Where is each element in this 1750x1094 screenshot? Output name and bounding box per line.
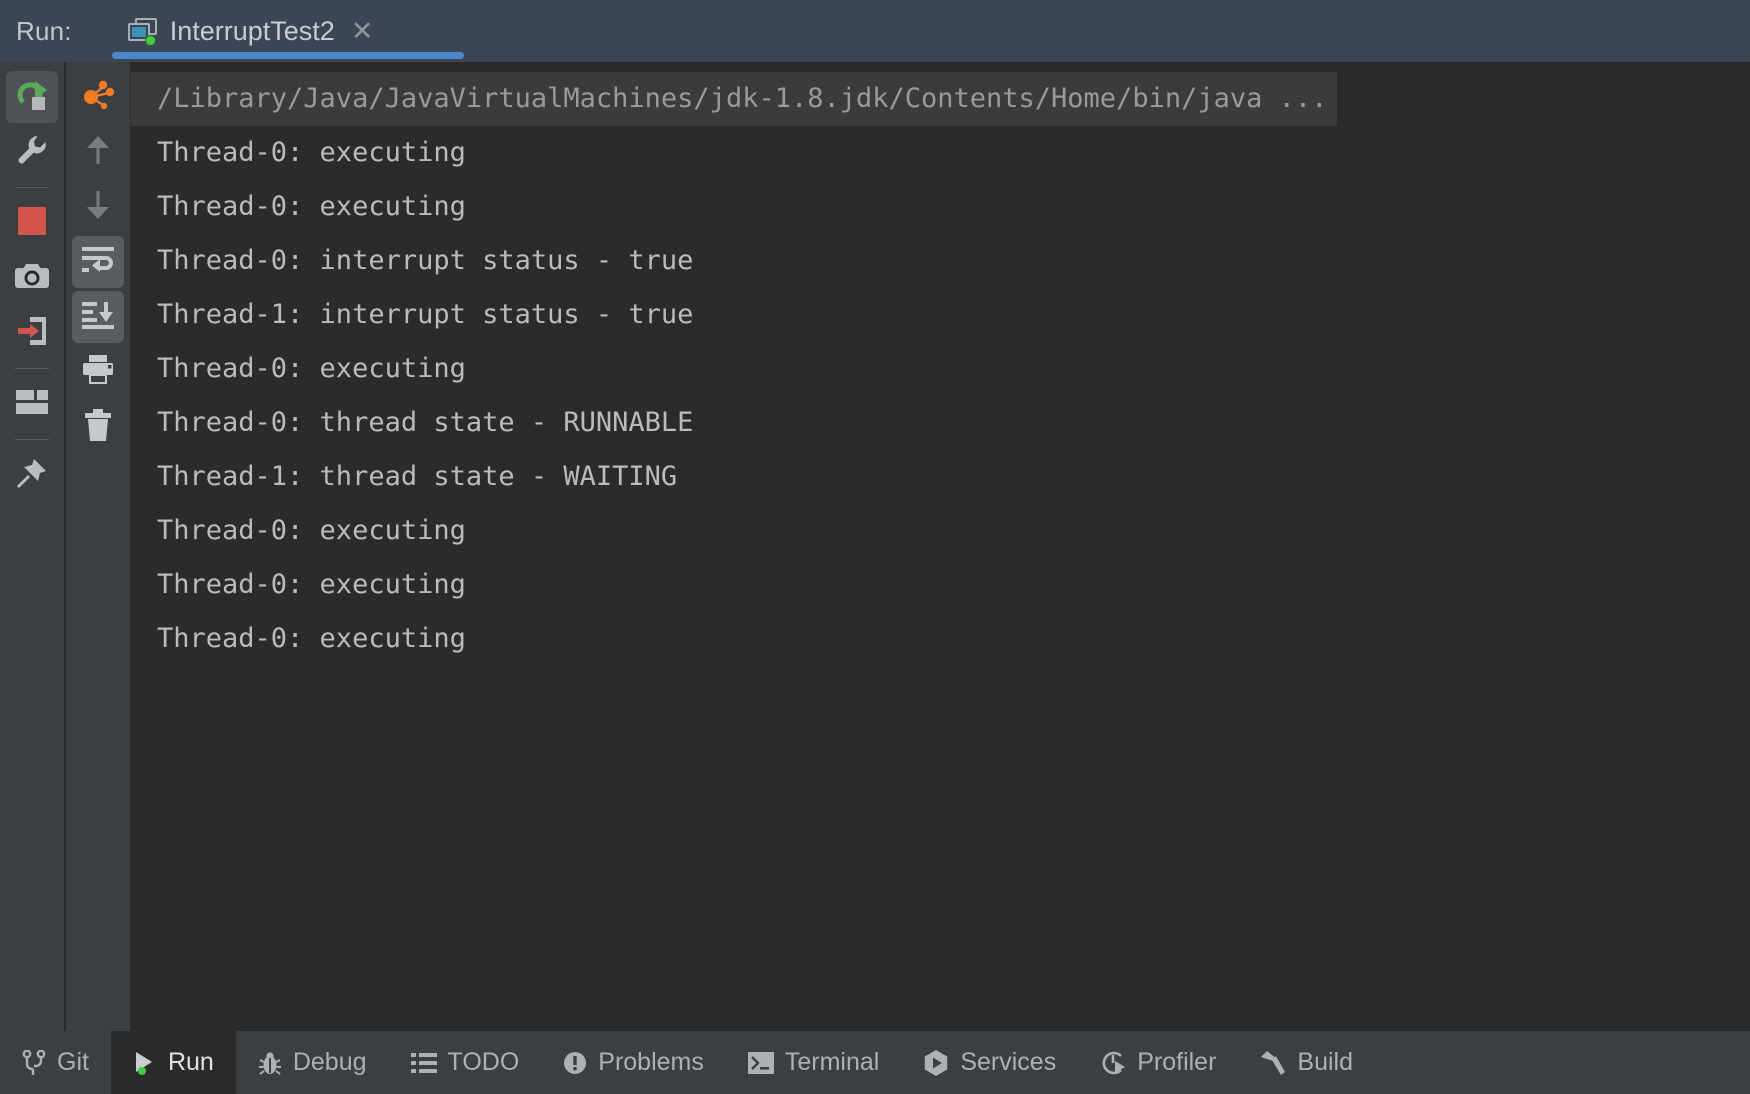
run-configuration-icon bbox=[127, 18, 158, 46]
camera-icon bbox=[15, 262, 49, 295]
statusbar-item-label: TODO bbox=[447, 1048, 520, 1076]
console-line: Thread-1: thread state - WAITING bbox=[157, 461, 678, 492]
tool-window-status-bar: Git Run Debug TODO Problems Terminal Services P… bbox=[0, 1031, 1750, 1094]
tab-selection-underline bbox=[111, 52, 464, 59]
run-tool-window-label: Run: bbox=[16, 15, 72, 46]
scroll-to-end-button[interactable] bbox=[72, 291, 124, 343]
console-lines-container: Thread-0: executing Thread-0: executing Th… bbox=[131, 126, 1750, 666]
console-line: Thread-0: executing bbox=[157, 623, 466, 654]
statusbar-item-label: Git bbox=[57, 1048, 89, 1076]
next-occurrence-button[interactable] bbox=[72, 181, 124, 233]
console-command-line: /Library/Java/JavaVirtualMachines/jdk-1.… bbox=[131, 72, 1338, 126]
run-configuration-tab[interactable]: InterruptTest2 ✕ bbox=[111, 0, 464, 62]
console-line: Thread-0: executing bbox=[157, 137, 466, 168]
statusbar-item-label: Terminal bbox=[784, 1048, 880, 1076]
run-tool-window-header: Run: InterruptTest2 ✕ bbox=[0, 0, 1750, 62]
statusbar-item-todo[interactable]: TODO bbox=[389, 1031, 542, 1094]
layout-icon bbox=[16, 389, 48, 419]
wrench-icon bbox=[16, 134, 48, 171]
statusbar-item-profiler[interactable]: Profiler bbox=[1078, 1031, 1238, 1094]
statusbar-item-label: Build bbox=[1297, 1048, 1353, 1076]
console-line: Thread-0: executing bbox=[157, 569, 466, 600]
scroll-to-end-icon bbox=[82, 301, 114, 334]
console-line: Thread-0: executing bbox=[157, 515, 466, 546]
rerun-button[interactable] bbox=[6, 71, 58, 123]
thread-graph-icon bbox=[81, 79, 115, 116]
console-line: Thread-1: interrupt status - true bbox=[157, 299, 694, 330]
pin-tab-button[interactable] bbox=[6, 449, 58, 501]
arrow-down-icon bbox=[84, 190, 112, 225]
profiler-icon bbox=[1100, 1050, 1126, 1076]
attach-button[interactable] bbox=[6, 307, 58, 359]
hammer-icon bbox=[1260, 1050, 1286, 1076]
statusbar-item-services[interactable]: Services bbox=[901, 1031, 1078, 1094]
edit-configuration-button[interactable] bbox=[6, 126, 58, 178]
screenshot-button[interactable] bbox=[6, 252, 58, 304]
statusbar-item-label: Profiler bbox=[1137, 1048, 1217, 1076]
run-play-icon bbox=[133, 1050, 157, 1076]
trash-icon bbox=[84, 408, 112, 446]
rerun-icon bbox=[15, 78, 49, 117]
statusbar-item-label: Problems bbox=[598, 1048, 704, 1076]
toolbar-separator bbox=[15, 439, 49, 440]
statusbar-item-git[interactable]: Git bbox=[0, 1031, 111, 1094]
run-tab-label: InterruptTest2 bbox=[169, 15, 335, 46]
running-indicator-dot bbox=[144, 35, 156, 46]
statusbar-item-debug[interactable]: Debug bbox=[236, 1031, 389, 1094]
soft-wrap-button[interactable] bbox=[72, 236, 124, 288]
console-line: Thread-0: thread state - RUNNABLE bbox=[157, 407, 694, 438]
bug-icon bbox=[258, 1050, 282, 1076]
layout-button[interactable] bbox=[6, 378, 58, 430]
arrow-up-icon bbox=[84, 135, 112, 170]
clear-all-button[interactable] bbox=[72, 401, 124, 453]
git-branch-icon bbox=[22, 1049, 46, 1076]
close-icon[interactable]: ✕ bbox=[351, 17, 374, 45]
prev-occurrence-button[interactable] bbox=[72, 126, 124, 178]
statusbar-item-label: Run bbox=[167, 1048, 214, 1076]
toolbar-separator bbox=[15, 368, 49, 369]
console-command-line-wrapper: /Library/Java/JavaVirtualMachines/jdk-1.… bbox=[131, 72, 1750, 126]
console-actions-toolbar bbox=[66, 62, 130, 1031]
toolbar-separator bbox=[15, 187, 49, 188]
thread-dump-button[interactable] bbox=[72, 71, 124, 123]
printer-icon bbox=[82, 354, 114, 390]
statusbar-item-run[interactable]: Run bbox=[110, 1031, 236, 1094]
console-line: Thread-0: executing bbox=[157, 353, 466, 384]
todo-list-icon bbox=[410, 1052, 437, 1074]
statusbar-item-build[interactable]: Build bbox=[1238, 1031, 1375, 1094]
pin-icon bbox=[16, 457, 48, 494]
services-icon bbox=[923, 1049, 949, 1076]
stop-square-icon bbox=[18, 206, 46, 240]
print-button[interactable] bbox=[72, 346, 124, 398]
console-line: Thread-0: interrupt status - true bbox=[157, 245, 694, 276]
soft-wrap-icon bbox=[82, 246, 114, 279]
statusbar-item-terminal[interactable]: Terminal bbox=[726, 1031, 901, 1094]
console-output-panel[interactable]: /Library/Java/JavaVirtualMachines/jdk-1.… bbox=[131, 62, 1750, 1031]
terminal-icon bbox=[747, 1051, 774, 1074]
problems-icon bbox=[563, 1051, 587, 1075]
console-line: Thread-0: executing bbox=[157, 191, 466, 222]
stop-button[interactable] bbox=[6, 197, 58, 249]
statusbar-item-label: Services bbox=[960, 1048, 1057, 1076]
statusbar-item-label: Debug bbox=[292, 1048, 367, 1076]
statusbar-item-problems[interactable]: Problems bbox=[541, 1031, 726, 1094]
import-arrow-icon bbox=[16, 315, 48, 352]
run-actions-toolbar bbox=[0, 62, 65, 1031]
